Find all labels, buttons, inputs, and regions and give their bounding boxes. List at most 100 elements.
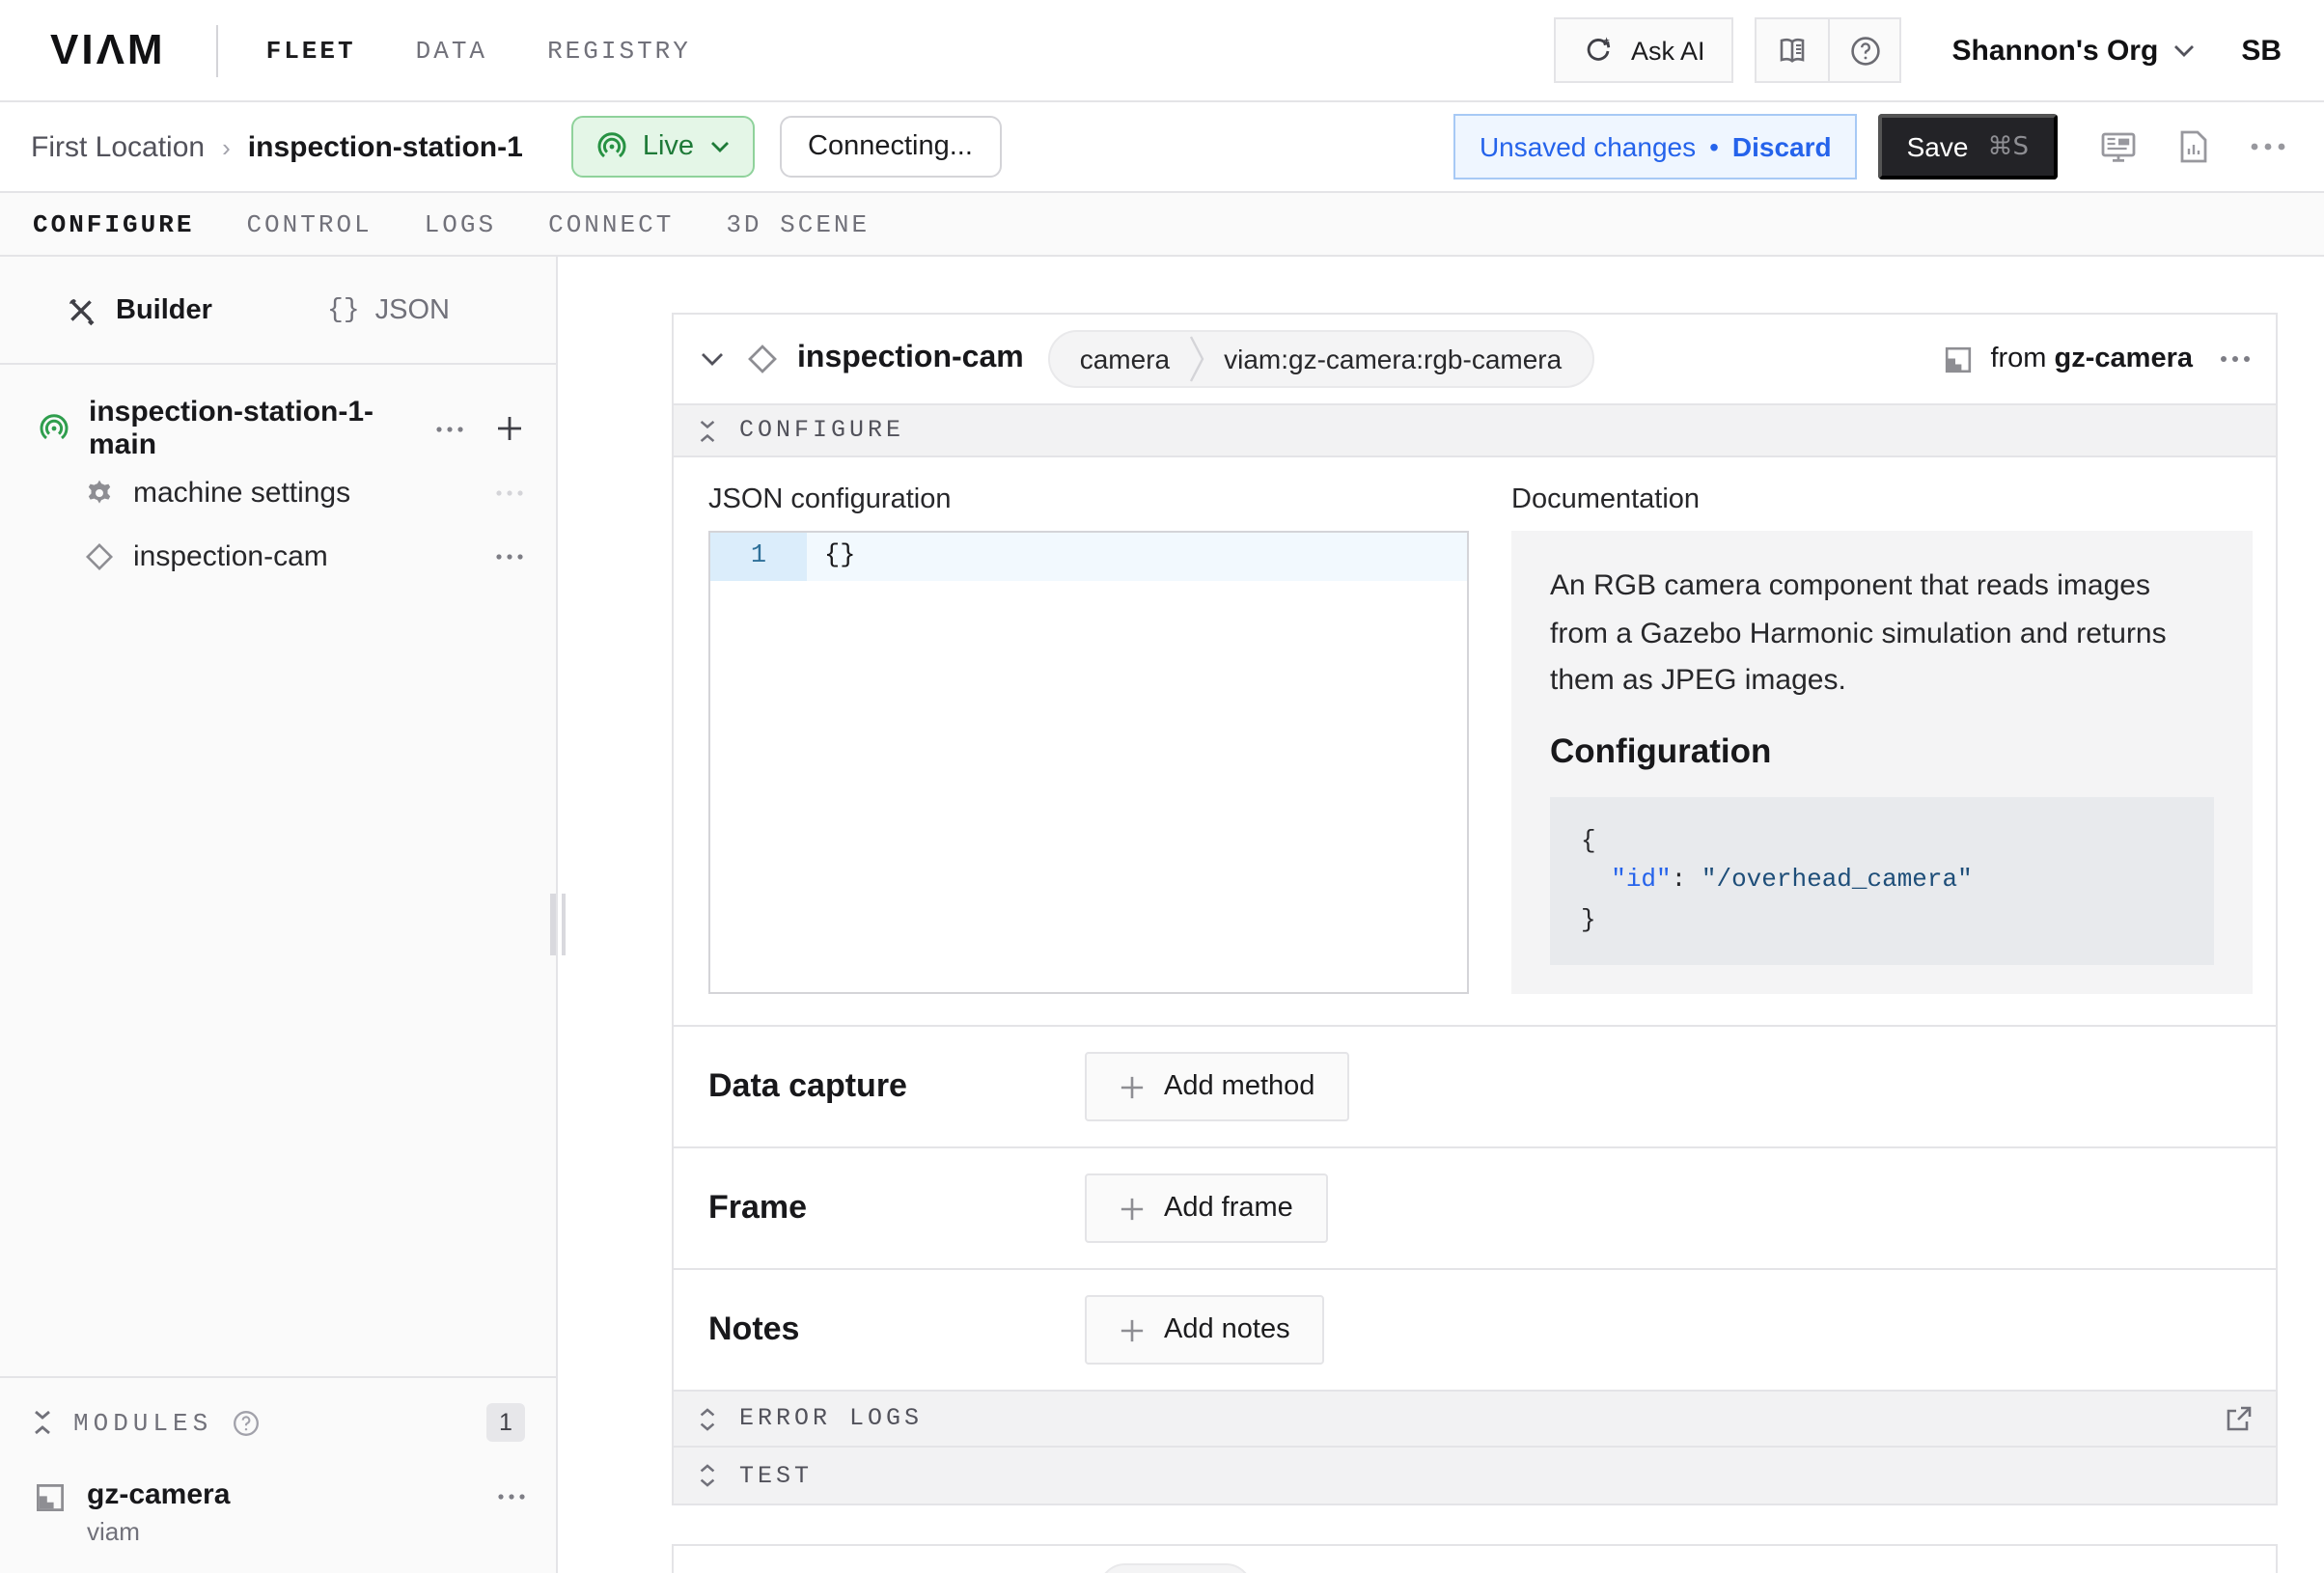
- tree-item-label: inspection-cam: [133, 540, 328, 573]
- configure-section-title: CONFIGURE: [739, 417, 904, 444]
- json-config-column: JSON configuration 1 {}: [708, 484, 1469, 994]
- collapse-chevron-icon[interactable]: [701, 351, 724, 367]
- json-mode-toggle[interactable]: {} JSON: [327, 294, 450, 325]
- chevron-down-icon: [2173, 43, 2195, 57]
- save-button[interactable]: Save ⌘S: [1878, 114, 2058, 179]
- module-list-item[interactable]: gz-camera viam: [31, 1478, 525, 1546]
- code-close-brace: }: [1581, 905, 1596, 934]
- add-component-icon[interactable]: [496, 415, 523, 442]
- save-label: Save: [1907, 131, 1969, 162]
- tab-3d-scene[interactable]: 3D SCENE: [726, 209, 870, 238]
- monitor-icon[interactable]: [2100, 130, 2137, 163]
- builder-tools-icon: [66, 294, 97, 325]
- component-model: viam:gz-camera:rgb-camera: [1204, 344, 1592, 374]
- collapse-icon: [31, 1409, 54, 1436]
- tab-connect[interactable]: CONNECT: [548, 209, 674, 238]
- unsaved-changes-text: Unsaved changes: [1480, 131, 1696, 162]
- frame-label: Frame: [708, 1189, 1085, 1228]
- add-frame-button[interactable]: Add frame: [1085, 1173, 1328, 1243]
- breadcrumb-separator: ›: [222, 132, 231, 161]
- modules-header[interactable]: MODULES 1: [31, 1403, 525, 1442]
- tab-control[interactable]: CONTROL: [246, 209, 372, 238]
- braces-icon: {}: [327, 294, 360, 325]
- configuration-heading: Configuration: [1550, 731, 2214, 772]
- documentation-column: Documentation An RGB camera component th…: [1511, 484, 2253, 994]
- sidebar-spacer: [0, 589, 556, 1376]
- unsaved-dot: •: [1709, 131, 1719, 162]
- breadcrumb-location[interactable]: First Location: [31, 130, 205, 163]
- editor-active-line: 1 {}: [710, 533, 1467, 581]
- plus-icon: [1120, 1317, 1145, 1342]
- help-icon[interactable]: [1829, 19, 1900, 81]
- from-module-name: gz-camera: [2055, 344, 2193, 374]
- discard-button[interactable]: Discard: [1732, 131, 1832, 162]
- error-logs-bar[interactable]: ERROR LOGS: [674, 1390, 2276, 1448]
- ask-ai-label: Ask AI: [1631, 36, 1705, 65]
- configure-content: JSON configuration 1 {} Documentation An…: [674, 457, 2276, 1025]
- json-label: JSON: [375, 294, 450, 325]
- report-file-icon[interactable]: [2179, 129, 2208, 164]
- tree-root-main-part[interactable]: inspection-station-1-main: [0, 396, 556, 461]
- more-options-icon[interactable]: [496, 490, 523, 496]
- avatar[interactable]: SB: [2241, 34, 2282, 67]
- app-window: VIΛM FLEET DATA REGISTRY Ask AI: [0, 0, 2324, 1573]
- more-options-icon[interactable]: [498, 1494, 525, 1500]
- test-title: TEST: [739, 1462, 813, 1489]
- configure-section-bar[interactable]: CONFIGURE: [674, 403, 2276, 457]
- nav-registry[interactable]: REGISTRY: [547, 36, 691, 65]
- ask-ai-button[interactable]: Ask AI: [1554, 17, 1734, 83]
- tab-logs[interactable]: LOGS: [425, 209, 496, 238]
- docs-book-icon[interactable]: [1757, 19, 1829, 81]
- from-module-label: from gz-camera: [1944, 344, 2193, 374]
- help-circle-icon[interactable]: [232, 1408, 261, 1437]
- tree-item-machine-settings[interactable]: machine settings: [0, 461, 556, 525]
- more-options-icon[interactable]: [496, 554, 523, 560]
- nav-data[interactable]: DATA: [416, 36, 487, 65]
- module-card-gz-camera: gz-camera by viam module Registry: [672, 1544, 2278, 1573]
- expand-icon: [697, 1406, 718, 1431]
- connecting-button[interactable]: Connecting...: [779, 116, 1002, 178]
- machine-toolbar-icons: [2100, 129, 2285, 164]
- main-content: inspection-cam camera viam:gz-camera:rgb…: [558, 257, 2324, 1573]
- header-right: Ask AI Shannon's Or: [1554, 17, 2293, 83]
- modules-section: MODULES 1: [0, 1376, 556, 1573]
- modules-title: MODULES: [73, 1408, 212, 1437]
- help-icon-group: [1756, 17, 1902, 83]
- component-more-options-icon[interactable]: [2220, 355, 2251, 363]
- external-link-icon[interactable]: [2226, 1405, 2253, 1432]
- code-key: "id": [1611, 866, 1671, 895]
- test-bar[interactable]: TEST: [674, 1448, 2276, 1504]
- module-name: gz-camera: [87, 1478, 230, 1511]
- org-switcher[interactable]: Shannon's Org: [1952, 34, 2196, 67]
- top-nav: FLEET DATA REGISTRY: [266, 36, 691, 65]
- nav-fleet[interactable]: FLEET: [266, 36, 356, 65]
- data-capture-label: Data capture: [708, 1067, 1085, 1106]
- notes-section: Notes Add notes: [674, 1268, 2276, 1390]
- page-body: Builder {} JSON inspection: [0, 257, 2324, 1573]
- live-status-dropdown[interactable]: Live: [571, 116, 754, 178]
- tab-configure[interactable]: CONFIGURE: [33, 209, 194, 238]
- json-config-editor[interactable]: 1 {}: [708, 531, 1469, 994]
- documentation-panel[interactable]: An RGB camera component that reads image…: [1511, 531, 2253, 994]
- add-notes-label: Add notes: [1164, 1314, 1290, 1345]
- more-options-icon[interactable]: [2251, 143, 2285, 151]
- more-options-icon[interactable]: [436, 426, 463, 431]
- broadcast-icon: [596, 131, 627, 162]
- logo-divider: [216, 24, 218, 76]
- module-icon: [1944, 345, 1973, 373]
- sidebar-resize-handle[interactable]: [550, 894, 566, 955]
- component-card-inspection-cam: inspection-cam camera viam:gz-camera:rgb…: [672, 313, 2278, 1505]
- gear-icon: [85, 479, 114, 508]
- org-name: Shannon's Org: [1952, 34, 2159, 67]
- viam-logo[interactable]: VIΛM: [50, 25, 166, 75]
- module-icon: [35, 1482, 66, 1513]
- add-notes-button[interactable]: Add notes: [1085, 1295, 1325, 1365]
- add-method-button[interactable]: Add method: [1085, 1052, 1349, 1121]
- component-type-pill: camera viam:gz-camera:rgb-camera: [1049, 330, 1595, 388]
- code-indent: [1581, 866, 1611, 895]
- tree-item-inspection-cam[interactable]: inspection-cam: [0, 525, 556, 589]
- component-card-header: inspection-cam camera viam:gz-camera:rgb…: [674, 315, 2276, 403]
- builder-mode-toggle[interactable]: Builder: [66, 294, 212, 325]
- machine-bar: First Location › inspection-station-1 Li…: [0, 102, 2324, 193]
- module-item-texts: gz-camera viam: [87, 1478, 230, 1546]
